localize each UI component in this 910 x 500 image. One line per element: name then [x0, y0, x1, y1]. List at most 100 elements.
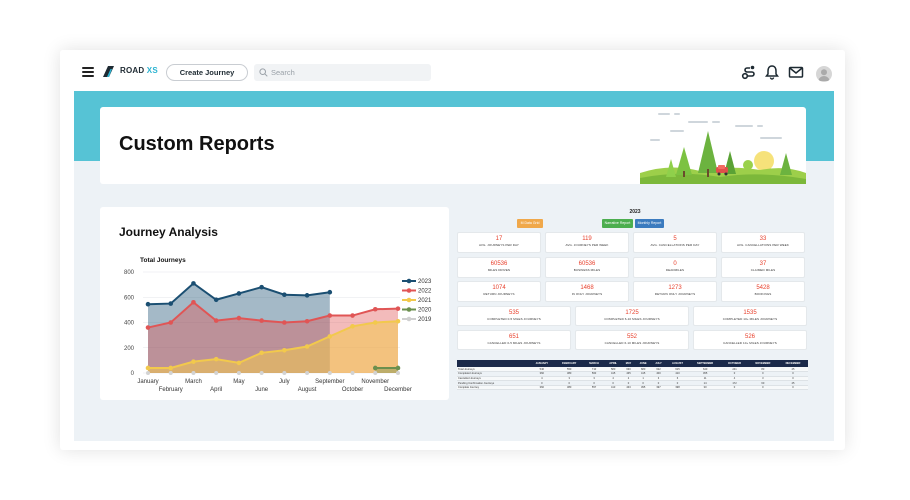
- report-year: 2023: [629, 209, 641, 215]
- total-journeys-chart: Total Journeys 0 200 400 600 800 JanuaryFebrua…: [124, 257, 432, 393]
- data-point: [327, 289, 333, 295]
- column-header: MARCH: [583, 360, 605, 367]
- narrative-report-button[interactable]: Narrative Report: [602, 219, 633, 228]
- brand-name: ROAD XS: [120, 66, 158, 75]
- stat-value: 535: [508, 310, 519, 316]
- data-point: [350, 323, 355, 329]
- x-tick-label: September: [315, 379, 344, 385]
- narrative-report-label: Narrative Report: [604, 221, 631, 225]
- data-point: [395, 306, 401, 311]
- column-header: FEBRUARY: [554, 360, 584, 367]
- stat-label: COMPLETED 6-10 MILES JOURNEYS: [604, 317, 660, 321]
- route-icon[interactable]: [741, 64, 757, 80]
- table-cell: 0: [777, 385, 808, 391]
- table-cell: 395: [635, 385, 652, 391]
- stat-card: 17 AVG. JOURNEYS PER DAY: [457, 232, 541, 253]
- data-point: [372, 306, 378, 312]
- y-tick-label: 600: [124, 295, 135, 301]
- x-tick-label: July: [279, 379, 290, 385]
- column-header: JUNE: [635, 360, 652, 367]
- stat-value: 526: [744, 334, 755, 340]
- table-cell: 380: [554, 385, 584, 391]
- stat-card: 1725 COMPLETED 6-10 MILES JOURNEYS: [575, 306, 689, 326]
- top-bar: ROAD XS Create Journey: [60, 50, 845, 91]
- data-point: [304, 318, 310, 324]
- table-cell: 557: [583, 385, 605, 391]
- stat-label: CANCELLED 10+ MILES JOURNEYS: [723, 341, 777, 345]
- data-point: [213, 297, 219, 303]
- data-point: [396, 371, 400, 375]
- data-point: [236, 371, 241, 375]
- brand-main: ROAD: [120, 66, 145, 75]
- stat-label: COMPLETED 0-5 MILES JOURNEYS: [487, 317, 541, 321]
- stat-label: DEADMILES: [665, 268, 685, 272]
- stat-value: 17: [495, 236, 503, 242]
- legend-label: 2022: [418, 289, 432, 295]
- data-point: [213, 318, 219, 323]
- x-tick-label: May: [233, 379, 244, 385]
- stat-value: 33: [759, 236, 767, 242]
- x-tick-label: February: [159, 387, 183, 393]
- x-tick-label: November: [361, 379, 389, 385]
- column-header: APRIL: [604, 360, 622, 367]
- legend-label: 2021: [418, 298, 432, 304]
- column-header: JULY: [651, 360, 666, 367]
- stat-label: AVG. CANCELLATIONS PER WEEK: [737, 243, 789, 247]
- stat-label: AVG. JOURNEYS PER WEEK: [565, 243, 609, 247]
- stat-label: RETURN ONLY JOURNEYS: [654, 292, 696, 296]
- x-tick-label: March: [185, 379, 202, 385]
- column-header: SEPTEMBER: [688, 360, 722, 367]
- legend-marker: [406, 297, 412, 303]
- stat-label: AVG. JOURNEYS PER DAY: [479, 243, 519, 247]
- data-point: [236, 360, 242, 366]
- data-point: [213, 356, 219, 362]
- stat-card: 535 COMPLETED 0-5 MILES JOURNEYS: [457, 306, 571, 326]
- data-point: [145, 301, 151, 307]
- stat-label: RETURN JOURNEYS: [483, 292, 515, 296]
- mail-icon[interactable]: [788, 64, 804, 80]
- chart-title: Total Journeys: [140, 257, 186, 264]
- stat-card: 0 DEADMILES: [633, 257, 717, 278]
- stat-value: 5428: [756, 285, 770, 291]
- stat-value: 1273: [668, 285, 682, 291]
- bell-icon[interactable]: [765, 64, 779, 80]
- data-point: [282, 347, 287, 353]
- y-tick-label: 800: [124, 270, 135, 276]
- stat-card: 1273 RETURN ONLY JOURNEYS: [633, 281, 717, 302]
- create-journey-button[interactable]: Create Journey: [166, 64, 248, 81]
- data-point: [259, 318, 264, 323]
- data-point: [259, 371, 264, 375]
- page-title: Custom Reports: [119, 133, 275, 155]
- legend-marker: [406, 307, 412, 312]
- x-tick-label: December: [384, 387, 412, 393]
- app-window: ROAD XS Create Journey Search Custom Rep…: [60, 50, 845, 450]
- legend-label: 2020: [418, 308, 432, 314]
- legend-label: 2023: [418, 279, 432, 285]
- y-tick-label: 0: [131, 371, 135, 377]
- stat-card: 60536 BUSINESS MILES: [545, 257, 629, 278]
- stat-label: CLAIMED MILES: [750, 268, 776, 272]
- stat-value: 1074: [492, 285, 506, 291]
- journey-analysis-card: Journey Analysis Total Journeys 0 200 400 60…: [100, 207, 449, 400]
- table-cell: 413: [604, 385, 622, 391]
- search-input[interactable]: [271, 66, 421, 79]
- stat-card: 1535 COMPLETED 10+ MILES JOURNEYS: [693, 306, 807, 326]
- data-point: [236, 315, 242, 321]
- data-grid-button[interactable]: M Data Grid: [517, 219, 543, 228]
- data-point: [191, 281, 196, 286]
- menu-icon[interactable]: [82, 67, 94, 77]
- stat-value: 1468: [580, 285, 594, 291]
- stat-card: 5 AVG. CANCELLATIONS PER DAY: [633, 232, 717, 253]
- stat-label: BOOKINGS: [754, 292, 772, 296]
- avatar[interactable]: [816, 66, 832, 82]
- monthly-report-label: Monthly Report: [637, 221, 662, 225]
- monthly-report-button[interactable]: Monthly Report: [635, 219, 664, 228]
- data-point: [146, 371, 150, 375]
- stat-value: 651: [508, 334, 519, 340]
- stat-card: 1074 RETURN JOURNEYS: [457, 281, 541, 302]
- stat-card: 651 CANCELLED 0-5 MILES JOURNEYS: [457, 330, 571, 350]
- stat-label: IN ONLY JOURNEYS: [571, 292, 603, 296]
- stat-label: MILES DRIVEN: [487, 268, 511, 272]
- y-tick-label: 400: [124, 321, 135, 327]
- legend-marker: [406, 278, 412, 284]
